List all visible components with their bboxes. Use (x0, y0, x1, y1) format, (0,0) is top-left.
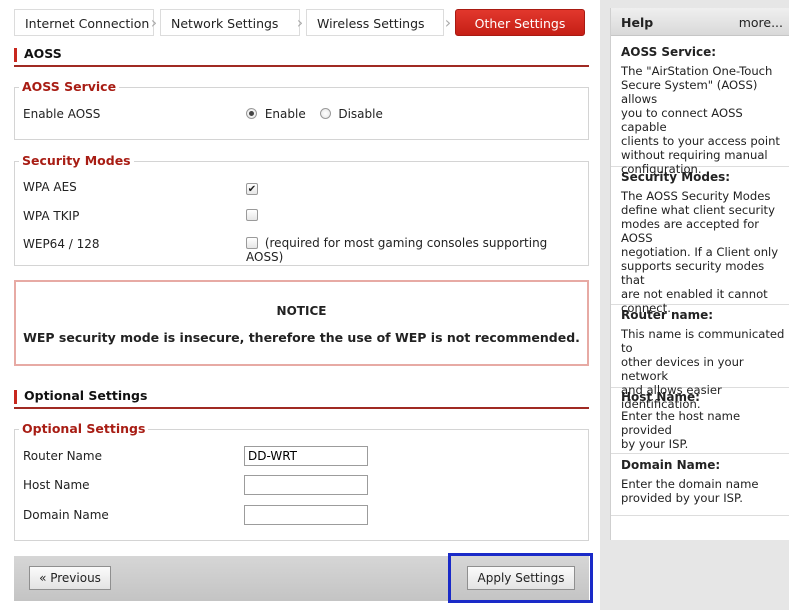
notice-message: WEP security mode is insecure, therefore… (23, 330, 580, 345)
section-marker (14, 390, 17, 404)
security-modes-fieldset: Security Modes WPA AES ✔ WPA TKIP WEP64 … (14, 153, 589, 266)
help-section-domain-name: Domain Name: Enter the domain name provi… (611, 458, 789, 516)
help-panel: Help more... AOSS Service: The "AirStati… (610, 8, 789, 540)
router-name-label: Router Name (23, 449, 102, 463)
help-section-title: Domain Name: (621, 458, 721, 472)
help-header: Help more... (611, 8, 789, 36)
chevron-right-icon: › (444, 13, 452, 32)
domain-name-input[interactable] (244, 505, 368, 525)
help-section-title: AOSS Service: (621, 45, 717, 59)
help-title: Help (621, 15, 654, 30)
section-marker (14, 48, 17, 62)
host-name-input[interactable] (244, 475, 368, 495)
host-name-label: Host Name (23, 478, 90, 492)
tab-wireless-settings[interactable]: Wireless Settings (306, 9, 444, 36)
optional-section-header: Optional Settings (14, 387, 589, 409)
enable-aoss-label: Enable AOSS (23, 107, 101, 121)
wep-label: WEP64 / 128 (23, 237, 100, 251)
previous-button[interactable]: « Previous (29, 566, 111, 590)
apply-button-highlight (448, 553, 593, 603)
help-section-host-name: Host Name: Enter the host name provided … (611, 390, 789, 454)
help-section-body: The "AirStation One-Touch Secure System"… (621, 64, 780, 176)
enable-radio-label: Enable (264, 107, 306, 121)
help-section-security-modes: Security Modes: The AOSS Security Modes … (611, 170, 789, 315)
help-section-title: Router name: (621, 308, 714, 322)
enable-aoss-radio-group: Enable Disable (246, 107, 383, 121)
wep-control: (required for most gaming consoles suppo… (246, 236, 588, 264)
help-section-title: Security Modes: (621, 170, 731, 184)
wpa-aes-checkbox[interactable]: ✔ (246, 183, 258, 195)
disable-radio[interactable] (319, 108, 331, 119)
notice-title: NOTICE (276, 304, 327, 318)
aoss-service-fieldset: AOSS Service Enable AOSS Enable Disable (14, 79, 589, 140)
wpa-tkip-checkbox[interactable] (246, 209, 258, 221)
disable-radio-label: Disable (338, 107, 383, 121)
wep-checkbox[interactable] (246, 237, 258, 249)
optional-settings-fieldset: Optional Settings Router Name Host Name … (14, 421, 589, 541)
wpa-tkip-control (246, 208, 258, 222)
domain-name-label: Domain Name (23, 508, 109, 522)
wpa-tkip-label: WPA TKIP (23, 209, 80, 223)
help-more-link[interactable]: more... (739, 15, 783, 30)
tab-internet-connection[interactable]: Internet Connection (14, 9, 154, 36)
main-content: Internet Connection › Network Settings ›… (0, 0, 600, 610)
help-section-aoss-service: AOSS Service: The "AirStation One-Touch … (611, 45, 789, 176)
enable-radio[interactable] (246, 108, 257, 119)
tab-bar: Internet Connection › Network Settings ›… (14, 9, 589, 36)
tab-network-settings[interactable]: Network Settings (160, 9, 300, 36)
tab-other-settings[interactable]: Other Settings (455, 9, 585, 36)
chevron-right-icon: › (150, 13, 158, 32)
fieldset-legend: Optional Settings (19, 421, 149, 436)
help-section-router-name: Router name: This name is communicated t… (611, 308, 789, 411)
help-section-body: Enter the domain name provided by your I… (621, 477, 759, 505)
fieldset-legend: AOSS Service (19, 79, 120, 94)
section-title: AOSS (24, 46, 62, 61)
help-section-title: Host Name: (621, 390, 700, 404)
wpa-aes-label: WPA AES (23, 180, 77, 194)
router-name-input[interactable] (244, 446, 368, 466)
chevron-right-icon: › (296, 13, 304, 32)
help-section-body: Enter the host name provided by your ISP… (621, 409, 741, 451)
help-section-body: The AOSS Security Modes define what clie… (621, 189, 779, 315)
wep-note: (required for most gaming consoles suppo… (246, 236, 548, 264)
section-title: Optional Settings (24, 388, 148, 403)
fieldset-legend: Security Modes (19, 153, 134, 168)
wep-notice-box: NOTICE WEP security mode is insecure, th… (14, 280, 589, 366)
wpa-aes-control: ✔ (246, 179, 258, 195)
aoss-section-header: AOSS (14, 45, 589, 67)
